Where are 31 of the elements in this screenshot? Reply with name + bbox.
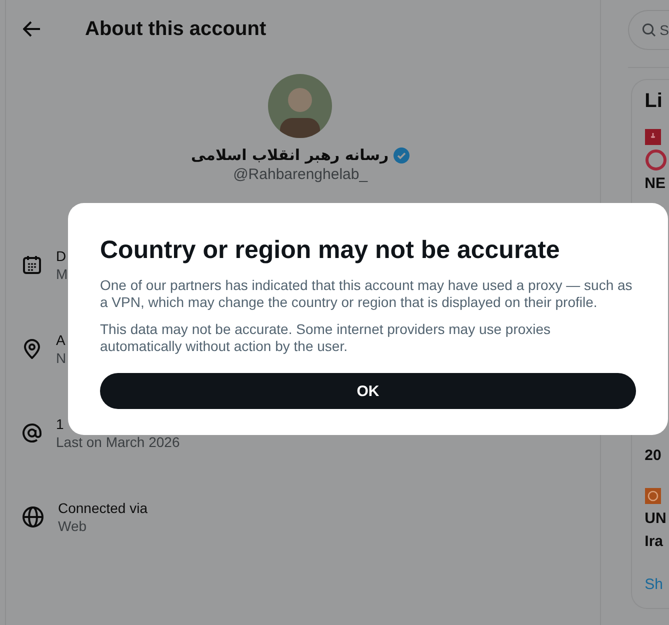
- channel-logo-icon: [644, 488, 661, 504]
- channel-logo-icon: [644, 129, 661, 145]
- detail-value: M: [56, 265, 68, 283]
- calendar-icon: [22, 255, 42, 275]
- account-name: رسانه رهبر انقلاب اسلامی: [190, 146, 389, 164]
- news-headline[interactable]: NE: [644, 175, 666, 192]
- detail-label: 1: [56, 415, 65, 433]
- news-headline[interactable]: UN: [644, 510, 666, 527]
- globe-icon: [22, 506, 44, 528]
- detail-value: Last on March 2026: [56, 433, 180, 451]
- detail-value: Web: [58, 517, 88, 535]
- search-placeholder: S: [660, 22, 669, 38]
- dialog-title: Country or region may not be accurate: [100, 236, 561, 265]
- detail-label: D: [56, 247, 68, 265]
- at-sign-icon: [22, 423, 42, 443]
- dialog-text: One of our partners has indicated that this account may have used a proxy — such as a VPN, which may change the country or region that is displayed on their profile.: [100, 277, 634, 311]
- ok-button[interactable]: OK: [100, 373, 636, 409]
- live-ring-icon: [644, 149, 667, 171]
- page-title: About this account: [85, 18, 266, 40]
- news-headline[interactable]: 20: [644, 447, 662, 464]
- search-icon: [642, 23, 656, 37]
- news-headline[interactable]: Ira: [644, 533, 664, 550]
- search-field[interactable]: S: [628, 10, 669, 50]
- account-handle: @Rahbarenghelab_: [233, 166, 368, 183]
- detail-label: A: [56, 331, 66, 349]
- detail-value: N: [56, 349, 66, 367]
- location-pin-icon: [22, 339, 42, 359]
- card-heading: Li: [644, 90, 662, 113]
- detail-label: Connected via: [58, 499, 148, 517]
- back-icon[interactable]: [23, 21, 41, 37]
- dialog-text: This data may not be accurate. Some internet providers may use proxies automatically without action by the user.: [100, 321, 552, 355]
